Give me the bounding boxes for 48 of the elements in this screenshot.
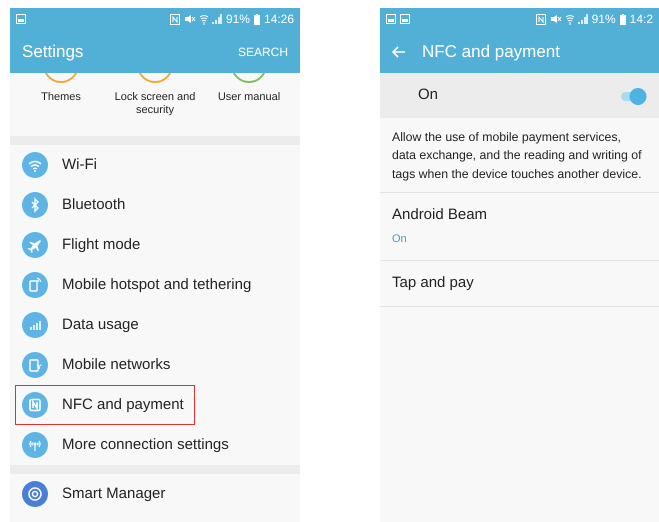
option-row[interactable]: Android Beam On [380, 193, 659, 262]
signal-icon [212, 14, 222, 24]
battery-icon [620, 14, 626, 24]
clock: 14:2 [630, 11, 653, 28]
settings-item[interactable]: Smart Manager [62, 482, 166, 506]
antenna-icon [22, 432, 48, 458]
mute-icon [550, 14, 562, 24]
screenshot-icon [400, 14, 410, 24]
back-arrow-icon [392, 46, 406, 58]
wifi-icon [22, 152, 48, 178]
clock: 14:26 [264, 11, 294, 28]
toggle-switch[interactable] [619, 86, 649, 106]
bluetooth-icon [22, 192, 48, 218]
wifi-icon [566, 14, 574, 24]
image-icon [386, 14, 396, 24]
mute-icon [184, 14, 196, 24]
bar-chart-icon [22, 312, 48, 338]
phone-signal-icon [22, 352, 48, 378]
option-title: Tap and pay [392, 273, 475, 294]
switch-label: On [418, 85, 438, 106]
settings-item[interactable]: Mobile networks [62, 354, 170, 376]
shortcut-label[interactable]: Themes [41, 91, 81, 104]
settings-item[interactable]: Flight mode [62, 234, 140, 256]
shortcut-label[interactable]: Lock screen and security [110, 91, 200, 118]
battery-icon [254, 14, 260, 24]
option-row[interactable]: Tap and pay [380, 261, 659, 307]
nfc-icon [22, 392, 48, 418]
settings-item[interactable]: Bluetooth [62, 194, 126, 216]
wifi-icon [200, 14, 208, 24]
option-summary: On [392, 232, 407, 245]
screen-title: NFC and payment [422, 40, 560, 63]
option-title: Android Beam [392, 205, 488, 226]
shortcut-label[interactable]: User manual [218, 91, 280, 104]
battery-level: 91% [226, 11, 250, 28]
settings-item[interactable]: Wi-Fi [62, 154, 97, 176]
nfc-icon [536, 14, 546, 24]
screen-title: Settings [22, 40, 84, 63]
screenshot-icon [16, 14, 26, 24]
settings-item[interactable]: Data usage [62, 314, 139, 336]
battery-level: 91% [592, 11, 616, 28]
nfc-icon [170, 14, 180, 24]
settings-item[interactable]: Mobile hotspot and tethering [62, 274, 252, 296]
signal-icon [578, 14, 588, 24]
settings-item[interactable]: More connection settings [62, 434, 229, 456]
airplane-icon [22, 232, 48, 258]
description-text: Allow the use of mobile payment services, data exchange, and the reading and writing of tags when the device touches another device. [380, 118, 659, 194]
phone-signal-icon [22, 272, 48, 298]
settings-item[interactable]: NFC and payment [62, 394, 184, 416]
